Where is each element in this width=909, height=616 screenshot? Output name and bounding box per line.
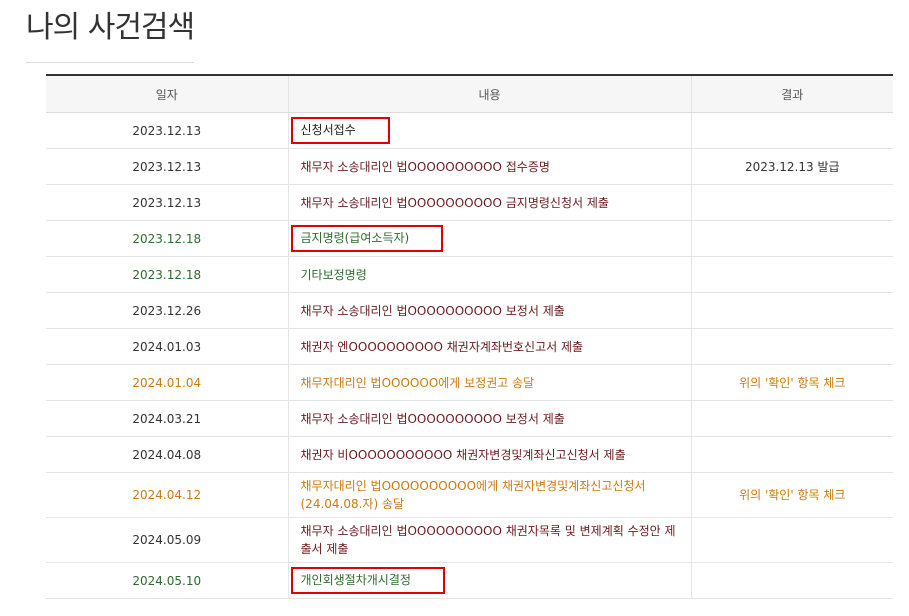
row-content: 채무자 소송대리인 법OOOOOOOOOO 접수증명 [287,148,691,185]
row-date: 2024.01.03 [46,328,288,365]
row-result [690,256,893,293]
header-date: 일자 [46,74,288,113]
row-date: 2024.05.09 [46,517,288,563]
row-result [690,562,893,599]
row-content: 채권자 비OOOOOOOOOOO 채권자변경및계좌신고신청서 제출 [287,436,691,473]
table-header-row: 일자 내용 결과 [46,74,893,113]
row-content: 기타보정명령 [287,256,691,293]
row-content: 채무자 소송대리인 법OOOOOOOOOO 보정서 제출 [287,292,691,329]
table-row: 2024.01.04 채무자대리인 법OOOOOO에게 보정권고 송달 위의 '… [46,364,893,401]
row-date: 2023.12.18 [46,220,288,257]
row-date: 2023.12.18 [46,256,288,293]
table-row: 2023.12.26 채무자 소송대리인 법OOOOOOOOOO 보정서 제출 [46,292,893,329]
row-date: 2024.01.04 [46,364,288,401]
row-result [690,436,893,473]
row-result: 위의 '확인' 항목 체크 [690,472,893,518]
row-result [690,328,893,365]
row-result [690,292,893,329]
table-row: 2023.12.13 채무자 소송대리인 법OOOOOOOOOO 금지명령신청서… [46,184,893,221]
table-row: 2023.12.13 채무자 소송대리인 법OOOOOOOOOO 접수증명 20… [46,148,893,185]
row-date: 2023.12.26 [46,292,288,329]
table-body: 2023.12.13 신청서접수 2023.12.13 채무자 소송대리인 법O… [46,112,893,599]
row-date: 2023.12.13 [46,184,288,221]
row-date: 2024.04.08 [46,436,288,473]
highlighted-entry: 개인회생절차개시결정 [290,567,445,594]
header-result: 결과 [690,74,893,113]
highlighted-entry: 금지명령(급여소득자) [290,225,444,252]
row-content: 신청서접수 [287,112,691,149]
table-row: 2023.12.13 신청서접수 [46,112,893,149]
header-content: 내용 [287,74,691,113]
table-row: 2024.04.08 채권자 비OOOOOOOOOOO 채권자변경및계좌신고신청… [46,436,893,473]
title-divider [26,62,194,63]
row-content: 개인회생절차개시결정 [287,562,691,599]
row-content: 채무자대리인 법OOOOOO에게 보정권고 송달 [287,364,691,401]
row-content: 채무자 소송대리인 법OOOOOOOOOO 채권자목록 및 변제계획 수정안 제… [287,517,691,563]
row-date: 2024.04.12 [46,472,288,518]
row-content: 채무자 소송대리인 법OOOOOOOOOO 금지명령신청서 제출 [287,184,691,221]
row-content: 채무자 소송대리인 법OOOOOOOOOO 보정서 제출 [287,400,691,437]
row-date: 2023.12.13 [46,148,288,185]
row-result [690,400,893,437]
row-result [690,112,893,149]
row-content: 채무자대리인 법OOOOOOOOOO에게 채권자변경및계좌신고신청서(24.04… [287,472,691,518]
table-header: 일자 내용 결과 [46,74,893,113]
page-title: 나의 사건검색 [26,10,195,45]
table-row: 2024.05.10 개인회생절차개시결정 [46,562,893,599]
row-result [690,184,893,221]
row-result: 위의 '확인' 항목 체크 [690,364,893,401]
row-date: 2024.03.21 [46,400,288,437]
table-row: 2023.12.18 금지명령(급여소득자) [46,220,893,257]
row-result: 2023.12.13 발급 [690,148,893,185]
row-date: 2023.12.13 [46,112,288,149]
highlighted-entry: 신청서접수 [290,117,390,144]
row-content: 채권자 엔OOOOOOOOOO 채권자계좌번호신고서 제출 [287,328,691,365]
table-row: 2024.04.12 채무자대리인 법OOOOOOOOOO에게 채권자변경및계좌… [46,472,893,518]
row-content: 금지명령(급여소득자) [287,220,691,257]
table-row: 2023.12.18 기타보정명령 [46,256,893,293]
table-row: 2024.01.03 채권자 엔OOOOOOOOOO 채권자계좌번호신고서 제출 [46,328,893,365]
case-history-table: 일자 내용 결과 2023.12.13 신청서접수 2023.12.13 채무자… [46,74,893,599]
row-date: 2024.05.10 [46,562,288,599]
case-history-table-wrapper: 일자 내용 결과 2023.12.13 신청서접수 2023.12.13 채무자… [46,74,893,599]
table-row: 2024.03.21 채무자 소송대리인 법OOOOOOOOOO 보정서 제출 [46,400,893,437]
row-result [690,220,893,257]
table-row: 2024.05.09 채무자 소송대리인 법OOOOOOOOOO 채권자목록 및… [46,517,893,563]
row-result [690,517,893,563]
